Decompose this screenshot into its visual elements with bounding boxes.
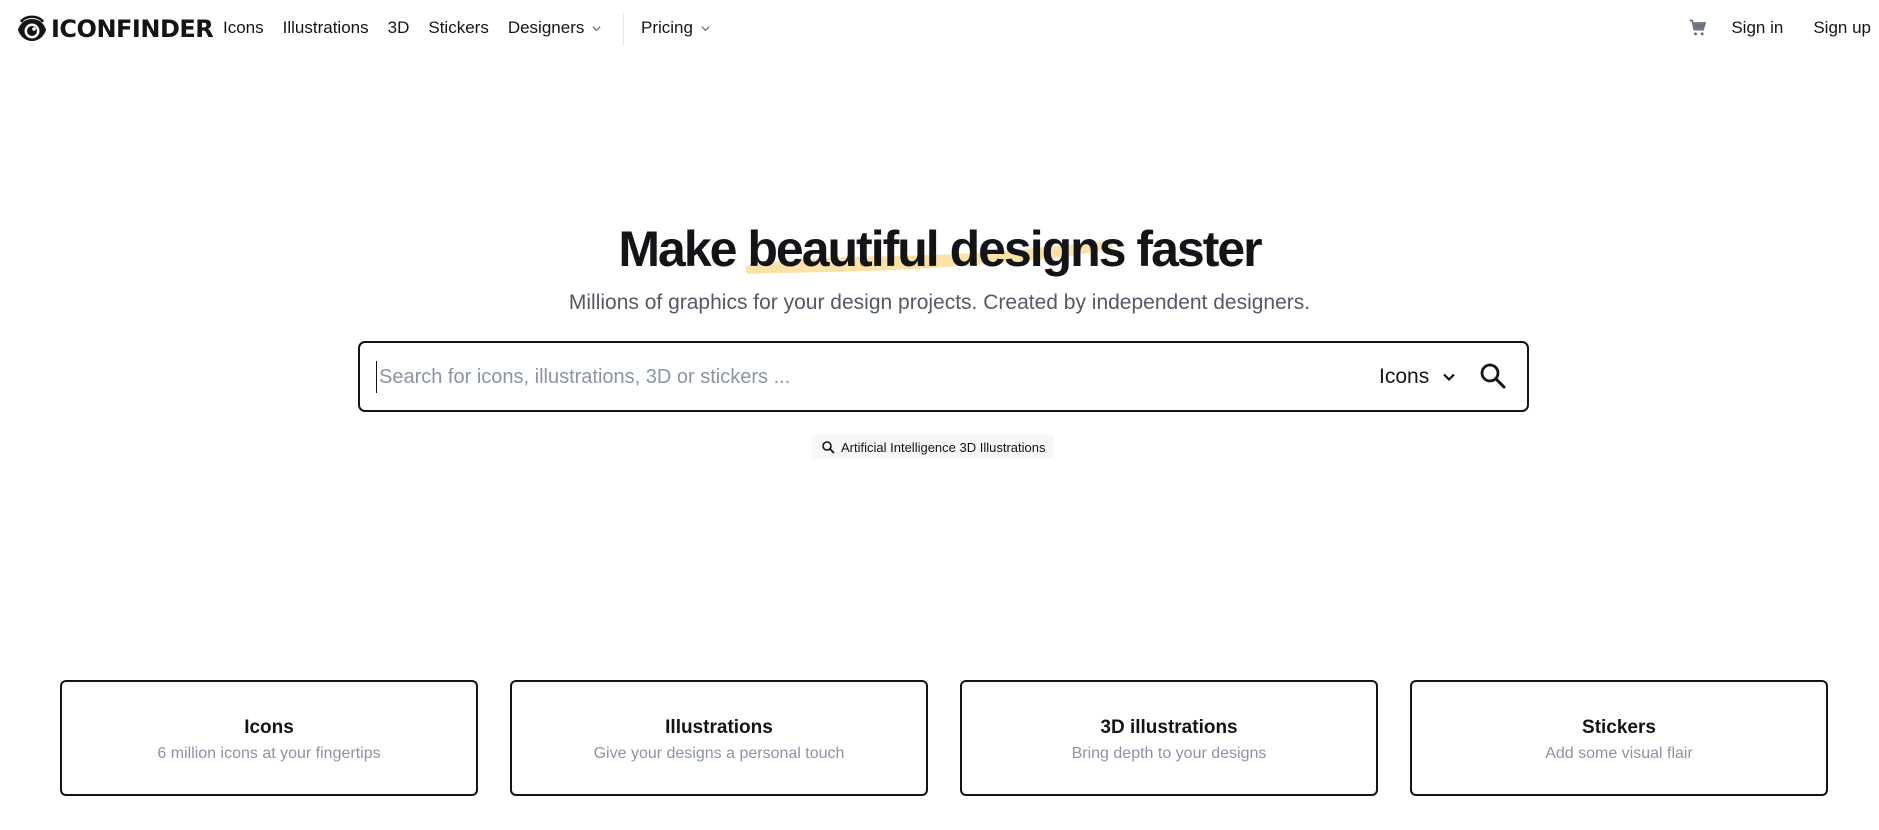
hero-title: Make beautiful designs faster (0, 220, 1879, 278)
nav-illustrations[interactable]: Illustrations (283, 16, 369, 40)
main-nav: Icons Illustrations 3D Stickers Designer… (223, 16, 621, 40)
nav-icons-label: Icons (223, 18, 264, 37)
account-nav: Sign in Sign up (1688, 16, 1871, 40)
nav-icons[interactable]: Icons (223, 16, 264, 40)
logo-text: ICONFINDER (51, 15, 214, 43)
search-suggestion-chip[interactable]: Artificial Intelligence 3D Illustrations (812, 435, 1055, 459)
card-subtitle: 6 million icons at your fingertips (157, 745, 381, 762)
category-card-illustrations[interactable]: Illustrations Give your designs a person… (510, 680, 928, 796)
nav-stickers[interactable]: Stickers (428, 16, 488, 40)
search-bar: Icons (358, 341, 1529, 412)
nav-3d-label: 3D (387, 18, 410, 37)
search-suggestion-label: Artificial Intelligence 3D Illustrations (841, 439, 1046, 455)
card-subtitle: Give your designs a personal touch (593, 745, 845, 762)
asset-type-selected-label: Icons (1379, 365, 1430, 388)
category-card-icons[interactable]: Icons 6 million icons at your fingertips (60, 680, 478, 796)
nav-designers-dropdown[interactable]: Designers (508, 16, 603, 40)
iconfinder-eye-logo-icon (18, 15, 46, 41)
search-icon (822, 441, 835, 454)
top-navigation: ICONFINDER Icons Illustrations 3D Sticke… (0, 0, 1879, 56)
category-card-3d-illustrations[interactable]: 3D illustrations Bring depth to your des… (960, 680, 1378, 796)
hero-subtitle: Millions of graphics for your design pro… (568, 291, 1311, 314)
iconfinder-logo[interactable]: ICONFINDER (16, 12, 214, 46)
sign-up-link[interactable]: Sign up (1813, 16, 1871, 40)
card-title: Illustrations (665, 717, 773, 738)
card-title: 3D illustrations (1100, 717, 1238, 738)
hero-title-highlight: beautiful designs (745, 220, 1127, 278)
nav-3d[interactable]: 3D (388, 16, 410, 40)
cart-icon[interactable] (1688, 18, 1708, 38)
card-title: Stickers (1582, 717, 1656, 738)
chevron-down-icon (1443, 373, 1455, 382)
card-title: Icons (244, 717, 294, 738)
chevron-down-icon (701, 25, 710, 31)
nav-illustrations-label: Illustrations (282, 18, 369, 37)
nav-pricing-dropdown[interactable]: Pricing (641, 16, 711, 40)
chevron-down-icon (592, 25, 601, 31)
nav-pricing-label: Pricing (641, 18, 693, 37)
nav-stickers-label: Stickers (428, 18, 489, 37)
card-subtitle: Bring depth to your designs (1071, 745, 1267, 762)
nav-divider (623, 12, 624, 46)
hero-title-end: faster (1124, 221, 1262, 277)
nav-designers-label: Designers (507, 18, 585, 37)
category-card-stickers[interactable]: Stickers Add some visual flair (1410, 680, 1828, 796)
hero-title-highlight-text: beautiful designs (747, 221, 1126, 277)
hero-title-start: Make (618, 221, 748, 277)
sign-in-link[interactable]: Sign in (1731, 16, 1783, 40)
asset-type-select[interactable]: Icons (1379, 363, 1458, 391)
search-input[interactable] (376, 361, 1356, 393)
card-subtitle: Add some visual flair (1545, 745, 1693, 762)
search-icon[interactable] (1478, 361, 1508, 391)
